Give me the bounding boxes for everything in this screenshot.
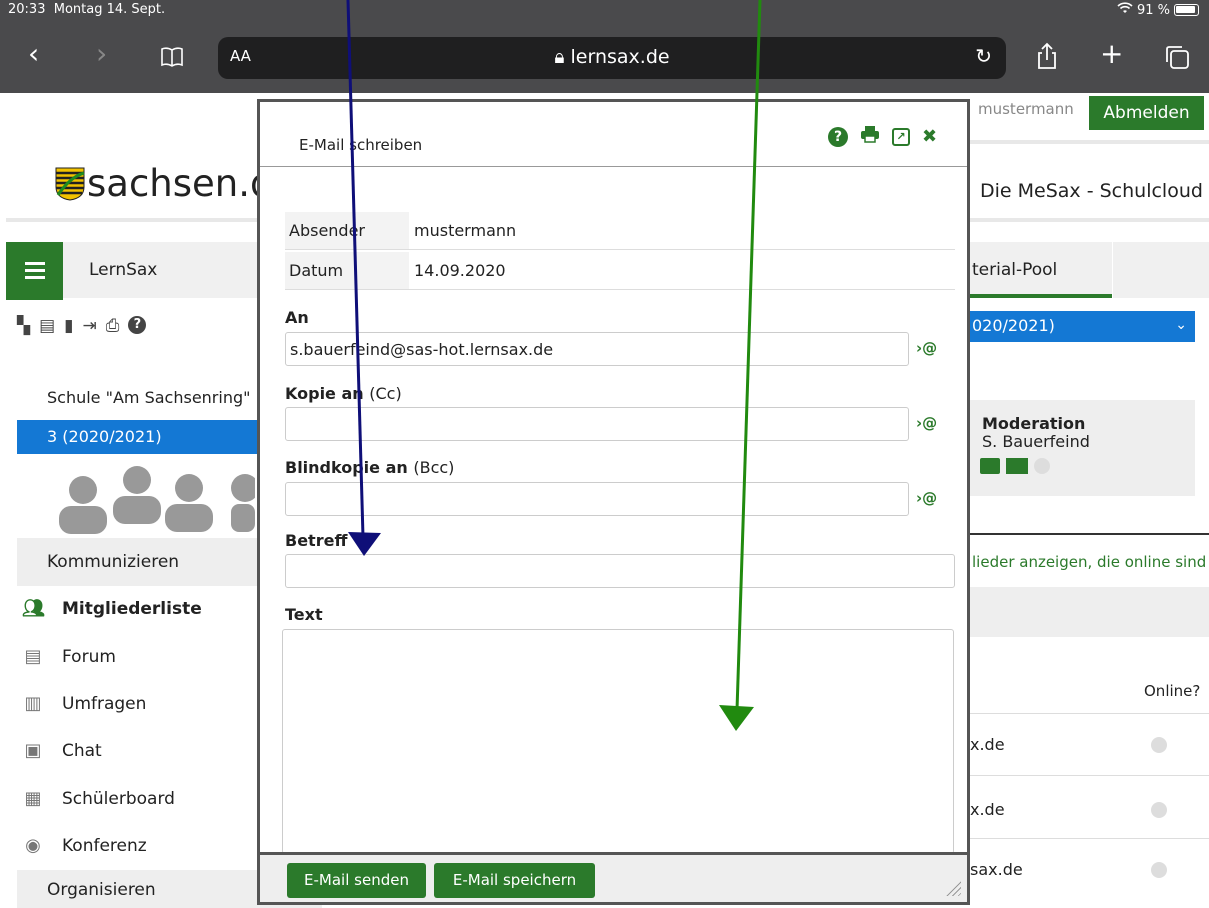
forward-icon[interactable]: ›	[96, 40, 107, 68]
status-right: 91 %	[1117, 2, 1199, 18]
header-divider	[970, 140, 1209, 144]
lock-icon: 🔒︎	[554, 46, 565, 68]
help-icon[interactable]: ?	[828, 126, 848, 147]
username: mustermann	[978, 100, 1074, 118]
nav-item-chat[interactable]: ▣ Chat	[22, 740, 101, 762]
dialog-header: E-Mail schreiben ? ↗ ✖	[260, 102, 967, 167]
address-book-button-cc[interactable]: ›@	[916, 414, 937, 432]
wifi-icon	[1117, 2, 1133, 18]
sitemap-icon[interactable]: ▚	[17, 316, 30, 336]
row-divider	[970, 775, 1209, 776]
offline-status-icon	[1151, 802, 1167, 818]
notes-icon[interactable]: ▤	[39, 316, 55, 336]
battery-percent: 91 %	[1136, 2, 1170, 18]
cc-field[interactable]	[285, 407, 909, 441]
print-icon[interactable]	[860, 125, 880, 148]
bookmark-icon[interactable]: ▮	[64, 316, 73, 336]
section-kommunizieren: Kommunizieren	[17, 538, 257, 586]
nav-item-konferenz[interactable]: ◉ Konferenz	[22, 835, 147, 857]
members-icon: 👥︎	[22, 598, 45, 619]
conference-icon: ◉	[25, 835, 41, 856]
board-icon: ▦	[24, 788, 42, 809]
online-column-header: Online?	[1144, 682, 1201, 700]
dialog-footer: E-Mail senden E-Mail speichern	[260, 852, 967, 902]
save-email-button[interactable]: E-Mail speichern	[434, 863, 595, 898]
tabs-icon[interactable]	[1164, 44, 1190, 75]
text-label: Text	[285, 605, 323, 624]
login-icon[interactable]: ⇥	[83, 316, 97, 336]
resize-grip-icon[interactable]	[943, 878, 961, 896]
back-icon[interactable]: ‹	[28, 40, 39, 68]
tab-material-pool[interactable]: terial-Pool	[970, 242, 1112, 298]
subject-field[interactable]	[285, 554, 955, 588]
subject-label: Betreff	[285, 531, 348, 550]
dialog-actions: ? ↗ ✖	[828, 125, 937, 148]
bookmarks-icon[interactable]	[160, 44, 184, 72]
date-row: Datum 14.09.2020	[285, 252, 955, 290]
members-divider	[970, 533, 1209, 535]
reload-icon[interactable]: ↻	[975, 44, 992, 68]
member-email: x.de	[970, 800, 1005, 819]
tab-lernsax[interactable]: LernSax	[63, 242, 258, 298]
nav-item-forum[interactable]: ▤ Forum	[22, 646, 115, 668]
sender-row: Absender mustermann	[285, 212, 955, 250]
tab-extra[interactable]	[1113, 242, 1209, 298]
group-avatar-icon	[59, 466, 255, 534]
bcc-field[interactable]	[285, 482, 909, 516]
forum-icon: ▤	[24, 646, 42, 667]
address-book-button-to[interactable]: ›@	[916, 339, 937, 357]
year-select[interactable]: 020/2021) ⌄	[970, 311, 1195, 342]
logo-divider-right	[970, 218, 1209, 222]
nav-item-umfragen[interactable]: ▥ Umfragen	[22, 693, 146, 715]
moderation-box: Moderation S. Bauerfeind	[970, 400, 1195, 496]
site-title: Die MeSax - Schulcloud	[980, 180, 1203, 202]
logout-button[interactable]: Abmelden	[1089, 96, 1204, 130]
chevron-down-icon: ⌄	[1175, 317, 1187, 333]
nav-item-mitgliederliste[interactable]: 👥︎ Mitgliederliste	[22, 598, 202, 620]
envelope-icon[interactable]	[1006, 458, 1028, 474]
print-icon[interactable]: ⎙	[106, 316, 120, 336]
member-email: x.de	[970, 735, 1005, 754]
new-tab-icon[interactable]: +	[1100, 40, 1123, 68]
offline-status-icon	[1034, 458, 1050, 474]
to-label: An	[285, 308, 309, 327]
url-bar[interactable]: AA 🔒︎ lernsax.de ↻	[218, 37, 1006, 79]
url-text[interactable]: 🔒︎ lernsax.de	[218, 46, 1006, 68]
offline-status-icon	[1151, 862, 1167, 878]
address-book-button-bcc[interactable]: ›@	[916, 489, 937, 507]
show-online-link[interactable]: lieder anzeigen, die online sind	[972, 553, 1206, 571]
poll-icon: ▥	[24, 693, 42, 714]
compose-email-dialog: E-Mail schreiben ? ↗ ✖ Absender musterma…	[257, 99, 970, 905]
member-email: sax.de	[970, 860, 1023, 879]
help-icon[interactable]: ?	[128, 316, 147, 334]
share-icon[interactable]	[1036, 42, 1058, 75]
contact-card-icon[interactable]	[980, 458, 1000, 474]
close-icon[interactable]: ✖	[922, 126, 937, 147]
to-field[interactable]	[285, 332, 909, 366]
nav-item-schuelerboard[interactable]: ▦ Schülerboard	[22, 788, 174, 810]
cc-label: Kopie an (Cc)	[285, 384, 402, 403]
row-divider	[970, 713, 1209, 714]
saxony-coat-of-arms-icon	[55, 167, 85, 201]
moderation-actions	[980, 458, 1050, 474]
offline-status-icon	[1151, 737, 1167, 753]
status-time: 20:33 Montag 14. Sept.	[8, 2, 166, 17]
menu-button[interactable]	[6, 242, 63, 300]
school-name: Schule "Am Sachsenring"	[47, 388, 251, 407]
bcc-label: Blindkopie an (Bcc)	[285, 458, 455, 477]
filter-bar	[970, 587, 1209, 637]
tools-row: ▚ ▤ ▮ ⇥ ⎙ ?	[17, 316, 147, 336]
class-select[interactable]: 3 (2020/2021)	[17, 420, 257, 454]
browser-chrome: 20:33 Montag 14. Sept. 91 % ‹ › AA 🔒︎ le…	[0, 0, 1209, 93]
logo-divider-left	[6, 218, 258, 222]
row-divider	[970, 838, 1209, 839]
send-email-button[interactable]: E-Mail senden	[287, 863, 426, 898]
dialog-title: E-Mail schreiben	[299, 136, 423, 154]
open-external-icon[interactable]: ↗	[892, 127, 910, 146]
chat-icon: ▣	[24, 740, 42, 761]
battery-icon	[1174, 4, 1199, 16]
message-textarea[interactable]	[282, 629, 954, 854]
